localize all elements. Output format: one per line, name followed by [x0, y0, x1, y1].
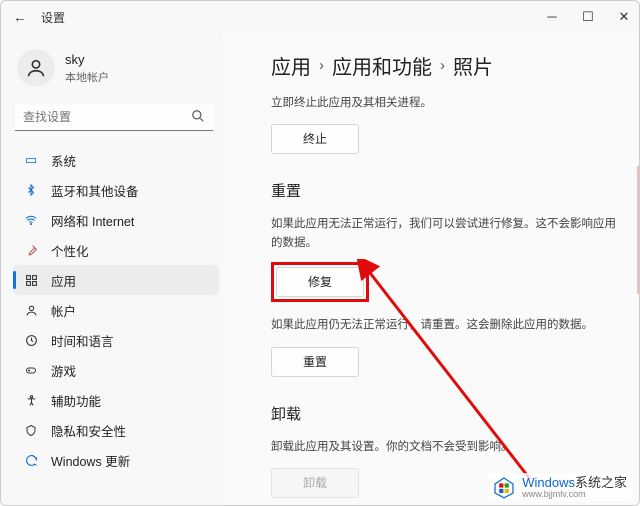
user-row[interactable]: sky 本地帐户 [13, 45, 219, 97]
nav: ▭ 系统 蓝牙和其他设备 网络和 Internet [13, 145, 219, 475]
window-controls: ─ ☐ ✕ [543, 9, 633, 25]
sidebar-item-label: 网络和 Internet [51, 211, 134, 230]
watermark-brand: Windows [522, 475, 575, 490]
sidebar-item-network[interactable]: 网络和 Internet [13, 205, 219, 235]
chevron-right-icon: › [440, 57, 445, 74]
repair-highlight: 修复 [271, 262, 369, 302]
breadcrumb-item-apps[interactable]: 应用 [271, 51, 311, 80]
user-info: sky 本地帐户 [65, 52, 109, 85]
search-input[interactable] [15, 103, 213, 131]
breadcrumb-item-apps-features[interactable]: 应用和功能 [332, 51, 432, 80]
system-icon: ▭ [23, 152, 39, 168]
minimize-button[interactable]: ─ [543, 9, 561, 25]
reset-section-title: 重置 [271, 180, 619, 201]
reset-desc: 如果此应用仍无法正常运行，请重置。这会删除此应用的数据。 [271, 316, 619, 334]
wifi-icon [23, 212, 39, 228]
chevron-right-icon: › [319, 57, 324, 74]
sidebar-item-label: 辅助功能 [51, 391, 101, 410]
body: sky 本地帐户 ▭ 系统 蓝牙和其他设备 [1, 33, 639, 505]
watermark-text: Windows系统之家 www.bjjmlv.com [522, 476, 627, 499]
maximize-button[interactable]: ☐ [579, 9, 597, 25]
close-button[interactable]: ✕ [615, 9, 633, 25]
sidebar-item-label: 蓝牙和其他设备 [51, 181, 139, 200]
sidebar-item-label: 隐私和安全性 [51, 421, 126, 440]
sidebar-item-label: 系统 [51, 151, 76, 170]
sidebar-item-accounts[interactable]: 帐户 [13, 295, 219, 325]
terminate-desc: 立即终止此应用及其相关进程。 [271, 94, 619, 112]
sidebar-item-label: 时间和语言 [51, 331, 114, 350]
sidebar-item-label: Windows 更新 [51, 451, 130, 470]
watermark-logo-icon [492, 475, 516, 499]
repair-desc: 如果此应用无法正常运行，我们可以尝试进行修复。这不会影响应用的数据。 [271, 215, 619, 252]
apps-icon [23, 272, 39, 288]
sidebar-item-label: 应用 [51, 271, 76, 290]
back-button[interactable]: ← [9, 6, 31, 28]
uninstall-button: 卸载 [271, 468, 359, 498]
bluetooth-icon [23, 182, 39, 198]
titlebar: ← 设置 ─ ☐ ✕ [1, 1, 639, 33]
sidebar-item-privacy[interactable]: 隐私和安全性 [13, 415, 219, 445]
sidebar-item-system[interactable]: ▭ 系统 [13, 145, 219, 175]
reset-button[interactable]: 重置 [271, 347, 359, 377]
user-name: sky [65, 52, 109, 67]
accessibility-icon [23, 392, 39, 408]
shield-icon [23, 422, 39, 438]
brush-icon [23, 242, 39, 258]
sidebar-item-label: 帐户 [51, 301, 76, 320]
sidebar-item-gaming[interactable]: 游戏 [13, 355, 219, 385]
breadcrumb: 应用 › 应用和功能 › 照片 [271, 51, 619, 80]
user-account-type: 本地帐户 [65, 69, 109, 85]
sidebar: sky 本地帐户 ▭ 系统 蓝牙和其他设备 [1, 33, 223, 505]
uninstall-desc: 卸载此应用及其设置。你的文档不会受到影响。 [271, 438, 619, 456]
sidebar-item-apps[interactable]: 应用 [13, 265, 219, 295]
gaming-icon [23, 362, 39, 378]
clock-icon [23, 332, 39, 348]
sidebar-item-windows-update[interactable]: Windows 更新 [13, 445, 219, 475]
window-title: 设置 [41, 9, 65, 26]
uninstall-section-title: 卸载 [271, 403, 619, 424]
sidebar-item-accessibility[interactable]: 辅助功能 [13, 385, 219, 415]
sidebar-item-time-language[interactable]: 时间和语言 [13, 325, 219, 355]
repair-button[interactable]: 修复 [276, 267, 364, 297]
sidebar-item-bluetooth[interactable]: 蓝牙和其他设备 [13, 175, 219, 205]
settings-window: ← 设置 ─ ☐ ✕ sky 本地帐户 [0, 0, 640, 506]
sidebar-item-personalization[interactable]: 个性化 [13, 235, 219, 265]
sidebar-item-label: 游戏 [51, 361, 76, 380]
search-icon[interactable] [191, 109, 205, 126]
update-icon [23, 452, 39, 468]
watermark-url: www.bjjmlv.com [522, 489, 627, 499]
person-icon [25, 57, 47, 79]
account-icon [23, 302, 39, 318]
breadcrumb-item-photos: 照片 [453, 51, 493, 80]
watermark: Windows系统之家 www.bjjmlv.com [488, 473, 631, 501]
avatar [17, 49, 55, 87]
terminate-button[interactable]: 终止 [271, 124, 359, 154]
sidebar-item-label: 个性化 [51, 241, 89, 260]
search-wrap [15, 103, 213, 131]
content: 应用 › 应用和功能 › 照片 立即终止此应用及其相关进程。 终止 重置 如果此… [223, 33, 639, 505]
watermark-suffix: 系统之家 [575, 475, 627, 490]
